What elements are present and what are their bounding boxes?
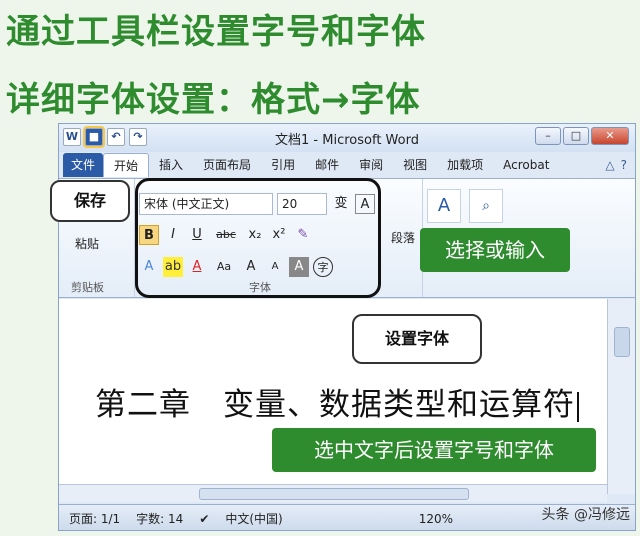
styles-icon[interactable]: A [427,189,461,223]
window-controls: – □ ✕ [535,127,629,145]
tab-mailings[interactable]: 邮件 [305,153,349,177]
tab-insert[interactable]: 插入 [149,153,193,177]
title-bar: W ■ ↶ ↷ 文档1 - Microsoft Word – □ ✕ [59,124,635,152]
maximize-button[interactable]: □ [563,127,589,145]
word-count[interactable]: 字数: 14 [136,510,183,527]
tab-view[interactable]: 视图 [393,153,437,177]
close-button[interactable]: ✕ [591,127,629,145]
paste-button[interactable]: 粘贴 [75,235,99,252]
horizontal-scroll-thumb[interactable] [199,488,469,500]
help-icon[interactable]: ? [621,158,627,172]
vertical-scrollbar[interactable] [607,299,635,494]
language-indicator[interactable]: 中文(中国) [225,510,282,527]
document-text[interactable]: 第二章 变量、数据类型和运算符 [95,379,579,424]
tab-references[interactable]: 引用 [261,153,305,177]
slide-title-2: 详细字体设置：格式→字体 [6,80,421,120]
zoom-level[interactable]: 120% [419,512,453,526]
tab-home[interactable]: 开始 [103,153,150,177]
callout-select-or-input: 选择或输入 [420,228,570,272]
tab-page-layout[interactable]: 页面布局 [193,153,261,177]
slide-title-1: 通过工具栏设置字号和字体 [6,12,426,52]
proofing-icon[interactable]: ✔ [199,512,209,526]
tab-acrobat[interactable]: Acrobat [493,153,559,177]
tab-review[interactable]: 审阅 [349,153,393,177]
minimize-button[interactable]: – [535,127,561,145]
horizontal-scrollbar[interactable] [59,484,607,502]
tab-addins[interactable]: 加载项 [437,153,493,177]
callout-save: 保存 [50,180,130,222]
find-icon[interactable]: ⌕ [469,189,503,223]
collapse-ribbon-icon[interactable]: △ [605,158,614,172]
tab-file[interactable]: 文件 [63,153,104,177]
text-caret [577,391,579,422]
callout-hint: 选中文字后设置字号和字体 [272,428,596,472]
font-group-highlight [135,178,381,298]
paragraph-group: 段落 [387,179,423,297]
clipboard-group-label: 剪贴板 [71,281,104,294]
callout-set-font: 设置字体 [352,314,482,364]
ribbon-tabs: 文件 开始 插入 页面布局 引用 邮件 审阅 视图 加载项 Acrobat △ … [59,152,635,178]
watermark: 头条 @冯修远 [541,507,630,523]
vertical-scroll-thumb[interactable] [614,327,630,357]
paragraph-button[interactable]: 段落 [391,229,415,246]
page-count[interactable]: 页面: 1/1 [69,510,120,527]
